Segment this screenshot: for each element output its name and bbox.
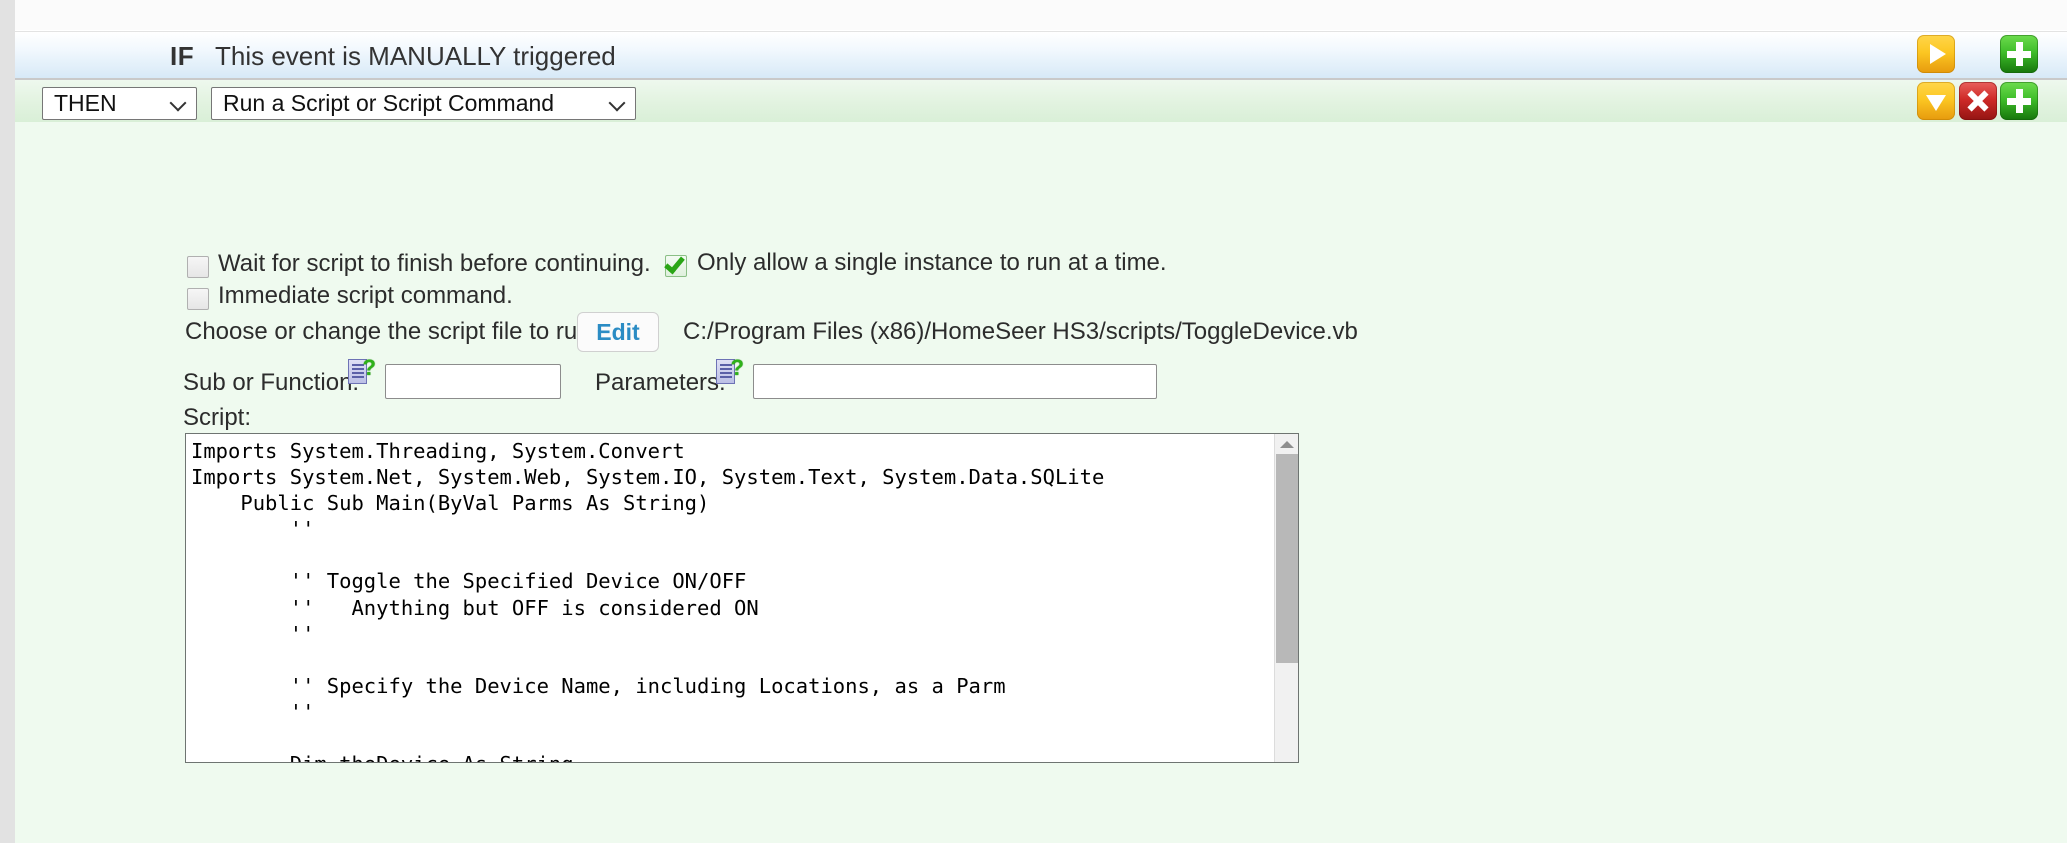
- if-trigger-text: This event is MANUALLY triggered: [215, 41, 616, 71]
- script-action-panel: Wait for script to finish before continu…: [15, 122, 2067, 843]
- single-instance-checkbox[interactable]: [664, 252, 687, 277]
- chevron-down-icon: [169, 94, 187, 111]
- delete-action-icon[interactable]: [1959, 82, 1997, 120]
- help-document-icon[interactable]: ?: [716, 355, 744, 386]
- if-trigger-row: IF This event is MANUALLY triggered: [15, 31, 2067, 78]
- parameters-input[interactable]: [753, 364, 1157, 399]
- wait-for-script-checkbox[interactable]: [187, 256, 209, 278]
- condition-select[interactable]: THEN: [42, 87, 197, 120]
- choose-script-file-label: Choose or change the script file to run:: [185, 318, 598, 345]
- condition-select-value: THEN: [54, 90, 117, 116]
- play-icon[interactable]: [1917, 35, 1955, 73]
- script-scrollbar[interactable]: [1274, 434, 1298, 762]
- scrollbar-thumb[interactable]: [1276, 454, 1298, 663]
- then-action-row: THEN Run a Script or Script Command: [15, 78, 2067, 122]
- script-label: Script:: [183, 404, 252, 431]
- edit-script-button[interactable]: Edit: [577, 312, 659, 352]
- script-textarea[interactable]: Imports System.Threading, System.Convert…: [185, 433, 1299, 763]
- add-trigger-plus-icon[interactable]: [2000, 35, 2038, 73]
- scroll-up-arrow-icon[interactable]: [1275, 434, 1298, 453]
- immediate-script-label: Immediate script command.: [218, 282, 513, 309]
- sub-or-function-input[interactable]: [385, 364, 561, 399]
- single-instance-label: Only allow a single instance to run at a…: [697, 249, 1167, 276]
- script-content[interactable]: Imports System.Threading, System.Convert…: [191, 438, 1271, 762]
- question-mark-glyph: ?: [362, 355, 376, 380]
- parameters-label: Parameters:: [595, 369, 726, 396]
- script-file-path: C:/Program Files (x86)/HomeSeer HS3/scri…: [683, 318, 1358, 345]
- help-document-icon[interactable]: ?: [348, 355, 376, 386]
- left-gutter: [0, 0, 15, 843]
- action-select[interactable]: Run a Script or Script Command: [211, 87, 636, 120]
- immediate-script-checkbox[interactable]: [187, 288, 209, 310]
- action-select-value: Run a Script or Script Command: [223, 90, 555, 116]
- page-top-margin: [0, 0, 2067, 30]
- move-action-down-icon[interactable]: [1917, 82, 1955, 120]
- if-keyword: IF: [170, 41, 195, 71]
- check-icon: [664, 252, 685, 275]
- event-editor-page: IF This event is MANUALLY triggered THEN…: [0, 0, 2067, 843]
- question-mark-glyph: ?: [730, 355, 744, 380]
- add-action-plus-icon[interactable]: [2000, 82, 2038, 120]
- sub-or-function-label: Sub or Function:: [183, 369, 360, 396]
- chevron-down-icon: [608, 94, 626, 111]
- wait-for-script-label: Wait for script to finish before continu…: [218, 250, 651, 277]
